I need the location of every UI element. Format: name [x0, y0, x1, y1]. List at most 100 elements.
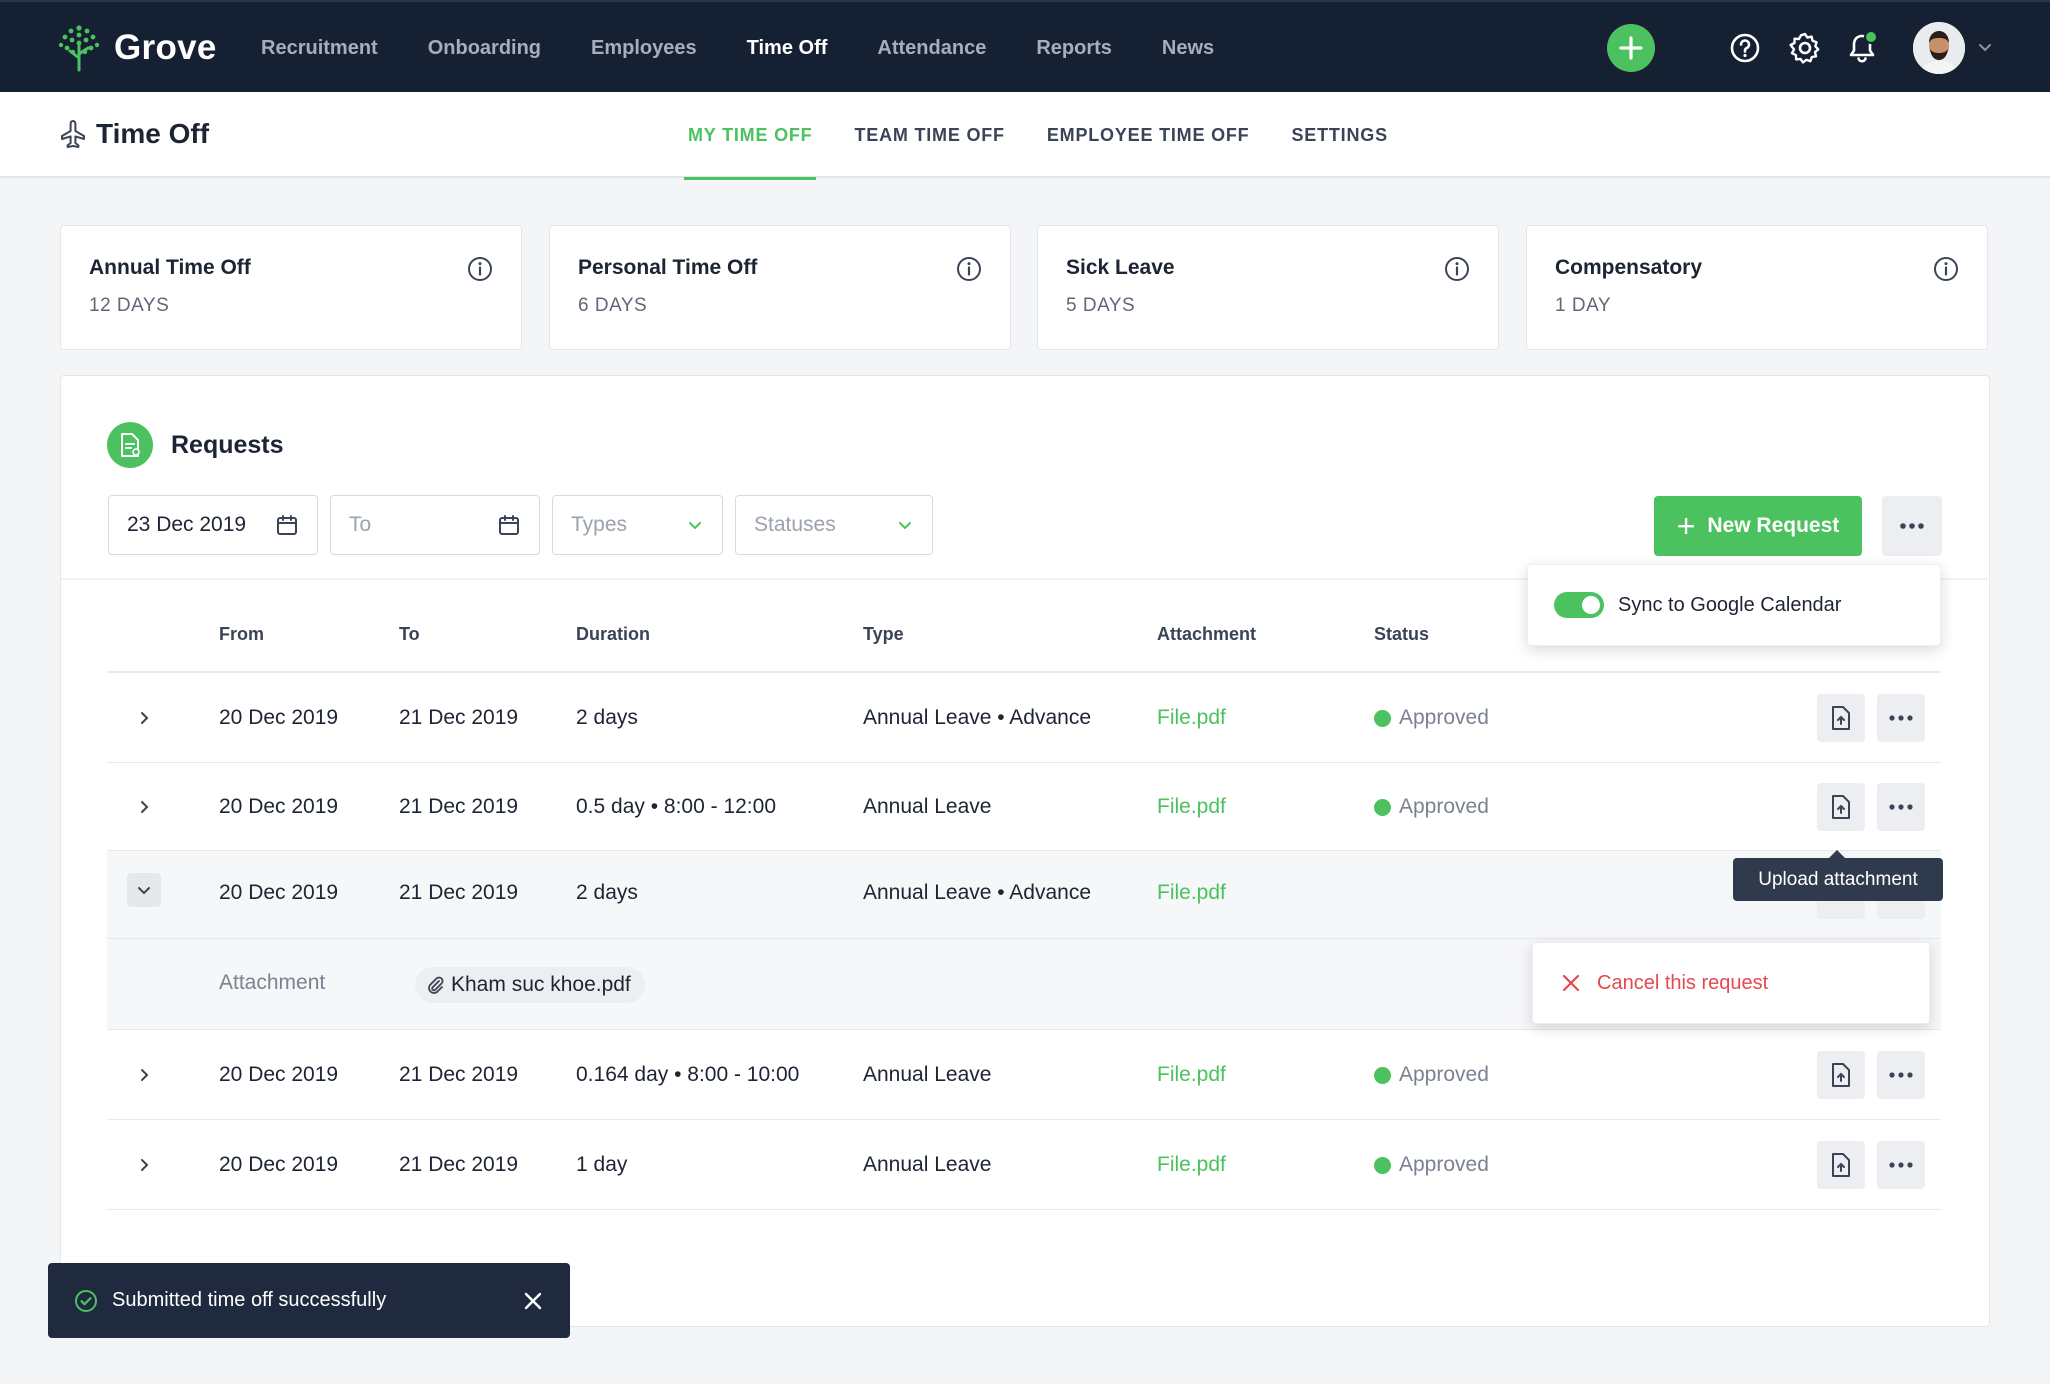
tab-settings[interactable]: SETTINGS	[1287, 92, 1391, 178]
airplane-icon	[61, 120, 85, 148]
app-logo[interactable]: Grove	[56, 24, 217, 72]
info-icon[interactable]	[956, 256, 982, 282]
tab-team-time-off[interactable]: TEAM TIME OFF	[850, 92, 1008, 178]
avatar[interactable]	[1913, 22, 1965, 74]
collapse-row-button[interactable]	[127, 873, 161, 907]
expand-row-button[interactable]	[127, 701, 161, 735]
attachment-link[interactable]: File.pdf	[1157, 795, 1226, 819]
info-icon[interactable]	[1444, 256, 1470, 282]
help-button[interactable]	[1727, 30, 1763, 66]
nav-item-employees[interactable]: Employees	[591, 37, 697, 60]
column-header-to[interactable]: To	[399, 624, 420, 645]
nav-item-attendance[interactable]: Attendance	[877, 37, 986, 60]
file-upload-icon	[1832, 795, 1850, 819]
tab-my-time-off[interactable]: MY TIME OFF	[684, 92, 817, 180]
table-row-expanded[interactable]: 20 Dec 2019 21 Dec 2019 2 days Annual Le…	[107, 851, 1941, 939]
to-date-placeholder: To	[349, 513, 372, 536]
statuses-select[interactable]: Statuses	[735, 495, 933, 555]
to-date-input[interactable]: To	[330, 495, 540, 555]
status-badge: Approved	[1374, 706, 1489, 730]
status-label: Approved	[1399, 1153, 1489, 1176]
balance-card-sick: Sick Leave 5 DAYS	[1037, 225, 1499, 350]
nav-item-news[interactable]: News	[1162, 37, 1214, 60]
notifications-button[interactable]	[1844, 30, 1880, 66]
attachment-link[interactable]: File.pdf	[1157, 1153, 1226, 1177]
settings-button[interactable]	[1787, 30, 1823, 66]
cell-duration: 2 days	[576, 706, 638, 729]
nav-item-onboarding[interactable]: Onboarding	[428, 37, 541, 60]
status-label: Approved	[1399, 1063, 1489, 1086]
row-more-button[interactable]	[1877, 694, 1925, 742]
expand-row-button[interactable]	[127, 1148, 161, 1182]
chevron-down-icon[interactable]	[1976, 38, 1994, 56]
requests-more-button[interactable]	[1882, 496, 1942, 556]
table-row[interactable]: 20 Dec 2019 21 Dec 2019 1 day Annual Lea…	[107, 1120, 1941, 1210]
close-icon	[1562, 974, 1580, 992]
card-title: Personal Time Off	[578, 256, 758, 279]
gear-icon	[1789, 32, 1820, 64]
chevron-right-icon	[141, 1159, 149, 1171]
upload-attachment-button[interactable]	[1817, 694, 1865, 742]
types-select[interactable]: Types	[552, 495, 723, 555]
status-dot	[1374, 798, 1391, 816]
attachment-link[interactable]: File.pdf	[1157, 881, 1226, 905]
cell-from: 20 Dec 2019	[219, 795, 339, 818]
nav-item-recruitment[interactable]: Recruitment	[261, 37, 378, 60]
upload-attachment-button[interactable]	[1817, 1141, 1865, 1189]
column-header-attachment[interactable]: Attachment	[1157, 624, 1256, 645]
column-header-from[interactable]: From	[219, 624, 264, 645]
table-row[interactable]: 20 Dec 2019 21 Dec 2019 0.164 day • 8:00…	[107, 1030, 1941, 1120]
from-date-value: 23 Dec 2019	[127, 513, 247, 536]
card-value: 5 DAYS	[1066, 295, 1136, 316]
cell-to: 21 Dec 2019	[399, 1063, 519, 1086]
tab-employee-time-off[interactable]: EMPLOYEE TIME OFF	[1043, 92, 1254, 178]
row-more-button[interactable]	[1877, 783, 1925, 831]
status-dot	[1374, 709, 1391, 727]
more-horizontal-icon	[1889, 715, 1913, 721]
expand-row-button[interactable]	[127, 790, 161, 824]
chevron-right-icon	[141, 801, 149, 813]
attachment-chip[interactable]: Kham suc khoe.pdf	[415, 967, 645, 1003]
info-icon[interactable]	[467, 256, 493, 282]
quick-add-button[interactable]	[1607, 24, 1655, 72]
attachment-link[interactable]: File.pdf	[1157, 706, 1226, 730]
notification-dot	[1864, 30, 1878, 44]
status-badge: Approved	[1374, 1153, 1489, 1177]
cell-duration: 0.5 day • 8:00 - 12:00	[576, 795, 776, 818]
sync-google-calendar-toggle[interactable]	[1554, 592, 1604, 618]
card-value: 12 DAYS	[89, 295, 170, 316]
document-icon	[107, 422, 153, 468]
column-header-status[interactable]: Status	[1374, 624, 1429, 645]
info-icon[interactable]	[1933, 256, 1959, 282]
close-icon[interactable]	[522, 1290, 544, 1312]
time-off-tabs: MY TIME OFF TEAM TIME OFF EMPLOYEE TIME …	[684, 92, 1426, 180]
cell-duration: 0.164 day • 8:00 - 10:00	[576, 1063, 800, 1086]
status-badge: Approved	[1374, 1063, 1489, 1087]
cell-from: 20 Dec 2019	[219, 1153, 339, 1176]
upload-attachment-button[interactable]	[1817, 783, 1865, 831]
column-header-duration[interactable]: Duration	[576, 624, 650, 645]
calendar-icon	[499, 515, 519, 535]
status-badge: Approved	[1374, 795, 1489, 819]
attachment-link[interactable]: File.pdf	[1157, 1063, 1226, 1087]
card-title: Annual Time Off	[89, 256, 251, 279]
calendar-icon	[277, 515, 297, 535]
upload-attachment-button[interactable]	[1817, 1051, 1865, 1099]
column-header-type[interactable]: Type	[863, 624, 904, 645]
requests-header: Requests	[107, 422, 284, 468]
nav-item-time-off[interactable]: Time Off	[747, 37, 828, 60]
cancel-request-menu-item[interactable]: Cancel this request	[1561, 972, 1768, 995]
expand-row-button[interactable]	[127, 1058, 161, 1092]
chevron-down-icon	[138, 887, 150, 895]
cell-type: Annual Leave • Advance	[863, 706, 1092, 729]
cancel-request-label: Cancel this request	[1597, 971, 1769, 994]
row-more-button[interactable]	[1877, 1141, 1925, 1189]
nav-item-reports[interactable]: Reports	[1036, 37, 1112, 60]
from-date-input[interactable]: 23 Dec 2019	[108, 495, 318, 555]
table-row[interactable]: 20 Dec 2019 21 Dec 2019 0.5 day • 8:00 -…	[107, 763, 1941, 851]
cell-duration: 2 days	[576, 881, 638, 904]
new-request-label: New Request	[1707, 514, 1840, 537]
new-request-button[interactable]: + New Request	[1654, 496, 1862, 556]
table-row[interactable]: 20 Dec 2019 21 Dec 2019 2 days Annual Le…	[107, 673, 1941, 763]
row-more-button[interactable]	[1877, 1051, 1925, 1099]
